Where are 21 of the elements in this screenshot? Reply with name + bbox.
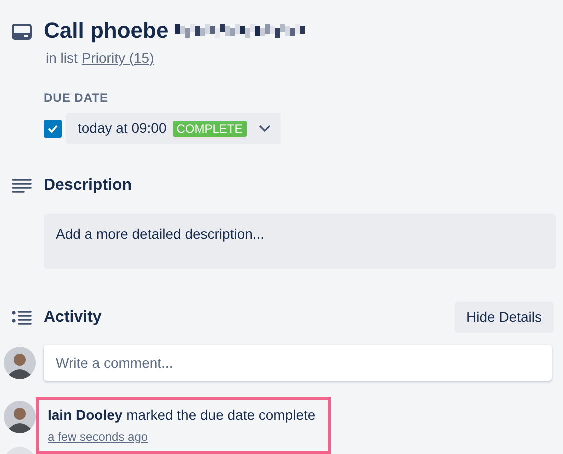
description-icon <box>12 179 32 193</box>
check-icon <box>48 124 58 132</box>
description-heading: Description <box>44 176 132 196</box>
activity-text: Iain Dooley marked the due date complete <box>48 406 316 425</box>
description-field[interactable]: Add a more detailed description... <box>44 214 556 269</box>
avatar-icon <box>4 401 36 433</box>
due-date-button[interactable]: today at 09:00 COMPLETE <box>66 113 281 144</box>
list-label: in list <box>46 49 78 68</box>
due-date-checkbox[interactable] <box>44 120 62 138</box>
card-icon <box>12 24 32 40</box>
activity-heading: Activity <box>44 308 103 328</box>
activity-icon <box>12 310 32 324</box>
timestamp-link[interactable]: a few seconds ago <box>48 428 148 446</box>
list-link[interactable]: Priority (15) <box>82 48 154 69</box>
caret-icon <box>258 124 271 132</box>
hide-details-button[interactable]: Hide Details <box>454 302 554 333</box>
due-date-label: DUE DATE <box>44 90 110 107</box>
card-title: Call phoebe <box>44 17 169 45</box>
complete-badge: COMPLETE <box>172 120 247 136</box>
avatar-icon <box>4 347 36 379</box>
comment-field[interactable]: Write a comment... <box>44 345 552 381</box>
